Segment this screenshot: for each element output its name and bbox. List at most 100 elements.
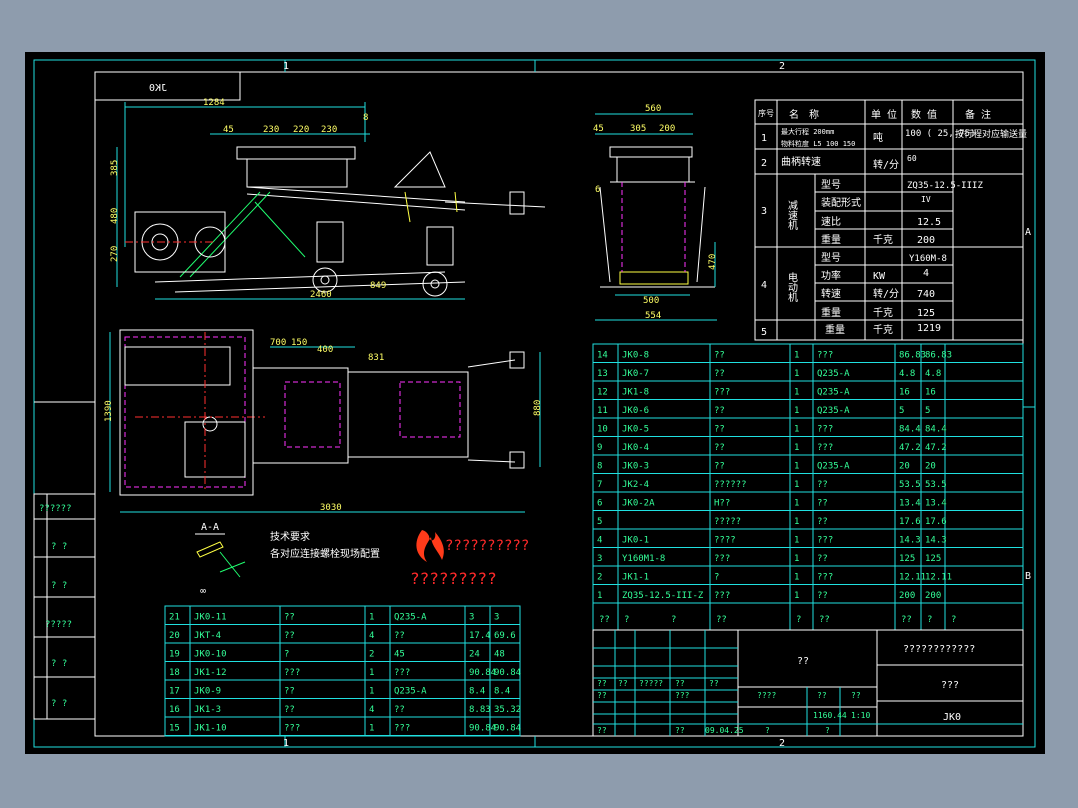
bom-lower-r6-c1: JK1-10: [194, 724, 227, 734]
spec-r2-no: 2: [761, 158, 767, 169]
spec-r5-value: 1219: [917, 323, 941, 334]
bom-lower-r6-c3: 1: [369, 724, 374, 734]
bom-upper-r1-c1: JK0-7: [622, 369, 649, 379]
zone-right-a: A: [1025, 227, 1031, 238]
bom-upper-r0-c0: 14: [597, 351, 608, 361]
bom-upper-r13-c2: ???: [714, 591, 730, 601]
bom-upper-r2-c0: 12: [597, 388, 608, 398]
spec-r4-s1-value: Y160M-8: [909, 254, 947, 264]
bom-lower-r0-c1: JK0-11: [194, 613, 227, 623]
dim-385: 385: [110, 160, 120, 176]
flame-icon: [416, 530, 444, 562]
spec-r1-name2: 物料粒度 L5 100 150: [781, 139, 855, 148]
bom-lower-r3-c1: JK1-12: [194, 668, 227, 678]
dim-500: 500: [643, 296, 659, 306]
logo-text1: ??????????: [445, 538, 529, 554]
spec-r2-value: 60: [907, 154, 917, 163]
bom-upper-r7-c5: 53.5: [899, 480, 921, 490]
dim-end-200: 200: [659, 124, 675, 134]
bom-upper-r0-c2: ??: [714, 351, 725, 361]
bom-lower-r3-c2: ???: [284, 668, 300, 678]
bom-lower-r6-c0: 15: [169, 724, 180, 734]
bom-upper-header-c8: ?: [951, 615, 956, 625]
drawing-canvas: 1 2 1 2 A B JK0 ?????? ? ? ? ? ????? ? ?…: [33, 59, 1036, 749]
dim-880: 880: [533, 400, 543, 416]
bom-lower-r5-c6: 35.32: [494, 705, 521, 715]
spec-r4-s2-unit: KW: [873, 271, 886, 282]
bom-upper-r5-c2: ??: [714, 443, 725, 453]
strip-6: ? ?: [51, 699, 67, 709]
bom-lower-r4-c0: 17: [169, 687, 180, 697]
zone-bottom-1: 1: [283, 738, 289, 749]
dim-554: 554: [645, 311, 661, 321]
title-right-bot: JK0: [943, 712, 961, 723]
bom-upper-r6-c5: 20: [899, 462, 910, 472]
bom-upper-r6-c4: Q235-A: [817, 462, 850, 472]
dim-2460: 2460: [310, 290, 332, 300]
bom-upper-header-c4: ?: [796, 615, 801, 625]
bom-lower-r2-c6: 48: [494, 650, 505, 660]
logo: ?????????? ?????????: [410, 530, 529, 588]
title-right-mid: ???: [941, 680, 959, 691]
bom-upper-r0-c1: JK0-8: [622, 351, 649, 361]
spec-h-unit: 单 位: [871, 108, 897, 121]
bom-lower-r5-c2: ??: [284, 705, 295, 715]
bom-upper-r3-c1: JK0-6: [622, 406, 649, 416]
dim-831: 831: [368, 353, 384, 363]
bom-upper-r4-c6: 84.4: [925, 425, 947, 435]
spec-r3-s3-name: 速比: [821, 216, 841, 228]
bom-upper-r8-c1: JK0-2A: [622, 499, 655, 509]
bom-upper-table: 14 JK0-8?? 1??? 86.8386.8313 JK0-7?? 1 Q235-A 4…: [592, 343, 1024, 631]
bom-lower-r3-c3: 1: [369, 668, 374, 678]
bom-upper-r8-c3: 1: [794, 499, 799, 509]
spec-r4-s1-name: 型号: [821, 251, 841, 264]
dim-150: 150: [291, 338, 307, 348]
bom-lower-r2-c5: 24: [469, 650, 480, 660]
bom-upper-r11-c0: 3: [597, 554, 602, 564]
bom-upper-r8-c2: H??: [714, 499, 730, 509]
bom-lower-r2-c4: 45: [394, 650, 405, 660]
bom-upper-r4-c4: ???: [817, 425, 833, 435]
spec-r3-s4-name: 重量: [821, 233, 841, 246]
bom-upper-r1-c0: 13: [597, 369, 608, 379]
spec-r4-s4-name: 重量: [821, 306, 841, 319]
bom-upper-r4-c5: 84.4: [899, 425, 921, 435]
bom-lower-r1-c6: 69.6: [494, 631, 516, 641]
bom-upper-r7-c6: 53.5: [925, 480, 947, 490]
bom-lower-r0-c4: Q235-A: [394, 613, 427, 623]
bom-upper-r10-c0: 4: [597, 536, 602, 546]
dim-45: 45: [223, 125, 234, 135]
bom-lower-r6-c6: 90.84: [494, 724, 521, 734]
spec-r1-name1: 最大行程 200mm: [781, 127, 834, 136]
spec-r3-s1-value: ZQ35-12.5-IIIZ: [907, 181, 983, 191]
spec-r5-no: 5: [761, 327, 767, 338]
bom-upper-r4-c0: 10: [597, 425, 608, 435]
cad-viewport[interactable]: 1 2 1 2 A B JK0 ?????? ? ? ? ? ????? ? ?…: [25, 52, 1045, 754]
strip-2: ? ?: [51, 542, 67, 552]
bom-lower-r4-c4: Q235-A: [394, 687, 427, 697]
bom-upper-r6-c2: ??: [714, 462, 725, 472]
logo-text2: ?????????: [410, 569, 497, 588]
bom-lower-r5-c3: 4: [369, 705, 374, 715]
bom-upper-r7-c2: ??????: [714, 480, 747, 490]
bom-upper-r5-c5: 47.2: [899, 443, 921, 453]
bom-upper-r13-c1: ZQ35-12.5-III-Z: [622, 591, 704, 601]
bom-upper-r5-c0: 9: [597, 443, 602, 453]
strip-4: ?????: [45, 620, 72, 630]
notes-line1: 各对应连接螺栓现场配置: [270, 547, 380, 560]
notes-heading: 技术要求: [270, 530, 310, 543]
bom-lower-r4-c5: 8.4: [469, 687, 485, 697]
bom-lower-r4-c2: ??: [284, 687, 295, 697]
spec-h-name: 名 称: [789, 108, 819, 121]
dim-400: 400: [317, 345, 333, 355]
tb-b1: ???: [675, 691, 690, 700]
bom-upper-r2-c1: JK1-8: [622, 388, 649, 398]
bom-upper-r9-c2: ?????: [714, 517, 741, 527]
dim-270: 270: [110, 246, 120, 262]
bom-upper-r4-c2: ??: [714, 425, 725, 435]
spec-r3-s2-value: IV: [921, 195, 931, 204]
tb-last2: ?: [765, 726, 770, 735]
title-right-top: ????????????: [903, 644, 975, 655]
bom-upper-r7-c3: 1: [794, 480, 799, 490]
bom-lower-r6-c2: ???: [284, 724, 300, 734]
